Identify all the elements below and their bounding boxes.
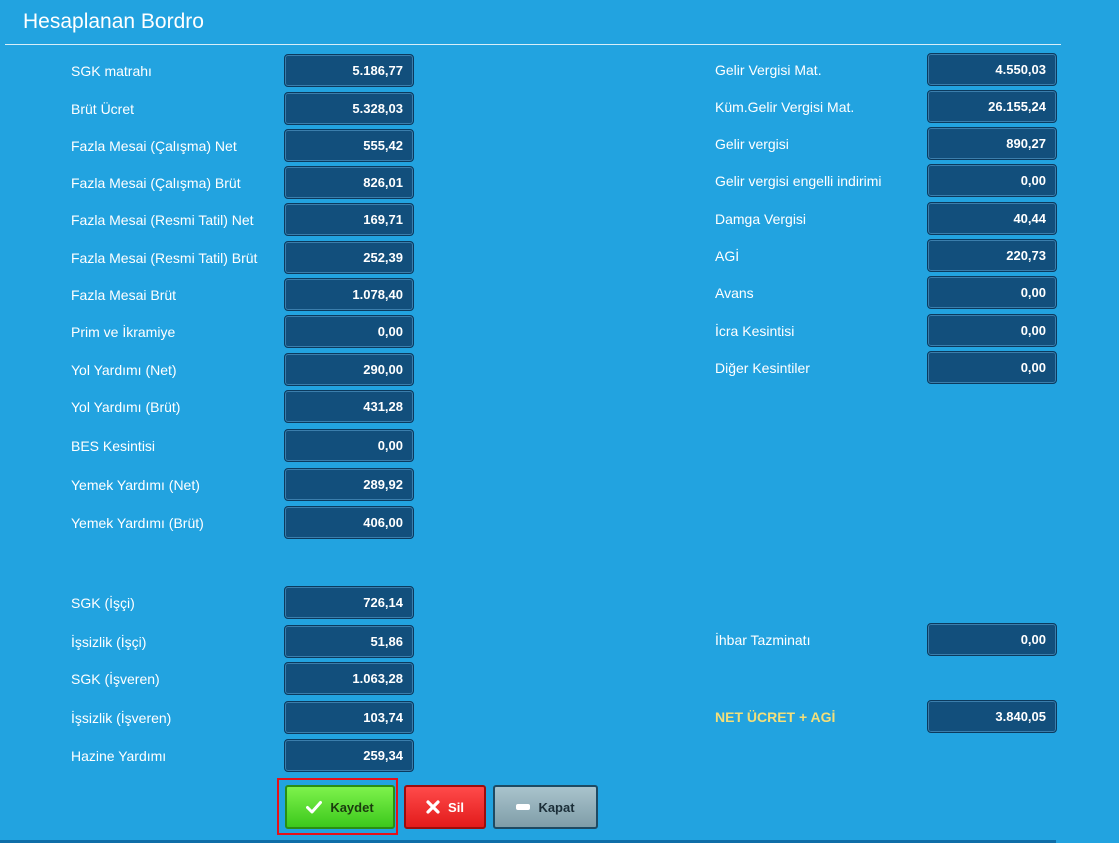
field-label: Fazla Mesai (Resmi Tatil) Brüt [71,250,258,266]
window-title: Hesaplanan Bordro [23,10,204,33]
field-label: Avans [715,285,754,301]
field-value[interactable]: 0,00 [927,351,1057,384]
field-value[interactable]: 406,00 [284,506,414,539]
field-label: İşsizlik (İşveren) [71,710,172,726]
field-label: İşsizlik (İşçi) [71,634,147,650]
field-label: SGK (İşveren) [71,671,160,687]
field-value[interactable]: 103,74 [284,701,414,734]
field-label: BES Kesintisi [71,438,156,454]
field-label: Damga Vergisi [715,211,807,227]
title-divider [5,44,1061,45]
field-value[interactable]: 0,00 [284,429,414,462]
field-label: Gelir Vergisi Mat. [715,62,822,78]
field-value[interactable]: 431,28 [284,390,414,423]
field-value[interactable]: 289,92 [284,468,414,501]
field-label: Yol Yardımı (Net) [71,362,177,378]
field-label: SGK (İşçi) [71,595,135,611]
field-label: Fazla Mesai (Çalışma) Brüt [71,175,241,191]
net-total-label: NET ÜCRET + AGİ [715,709,836,725]
save-button-label: Kaydet [330,799,374,815]
field-label: Prim ve İkramiye [71,324,176,340]
field-value[interactable]: 1.063,28 [284,662,414,695]
field-value[interactable]: 826,01 [284,166,414,199]
field-value[interactable]: 555,42 [284,129,414,162]
field-value[interactable]: 890,27 [927,127,1057,160]
field-value[interactable]: 51,86 [284,625,414,658]
field-value[interactable]: 4.550,03 [927,53,1057,86]
close-button[interactable]: Kapat [493,785,598,829]
field-value[interactable]: 0,00 [284,315,414,348]
field-label: Fazla Mesai Brüt [71,287,177,303]
field-value[interactable]: 290,00 [284,353,414,386]
field-label: Yemek Yardımı (Brüt) [71,515,204,531]
field-value[interactable]: 40,44 [927,202,1057,235]
close-button-label: Kapat [538,799,575,815]
field-label: Brüt Ücret [71,101,135,117]
field-label: İcra Kesintisi [715,323,795,339]
field-value[interactable]: 259,34 [284,739,414,772]
field-label: Fazla Mesai (Çalışma) Net [71,138,237,154]
save-button[interactable]: Kaydet [285,785,395,829]
x-icon [426,800,440,814]
field-value[interactable]: 726,14 [284,586,414,619]
field-label: Yol Yardımı (Brüt) [71,399,181,415]
field-label: SGK matrahı [71,63,152,79]
field-value[interactable]: 0,00 [927,623,1057,656]
check-icon [306,800,323,814]
field-label: Gelir vergisi [715,136,789,152]
field-label: AGİ [715,248,740,264]
field-label: Hazine Yardımı [71,748,167,764]
field-value[interactable]: 0,00 [927,314,1057,347]
field-label: İhbar Tazminatı [715,632,811,648]
field-value[interactable]: 220,73 [927,239,1057,272]
field-label: Fazla Mesai (Resmi Tatil) Net [71,212,254,228]
field-label: Diğer Kesintiler [715,360,810,376]
field-value[interactable]: 0,00 [927,164,1057,197]
net-total-value[interactable]: 3.840,05 [927,700,1057,733]
field-value[interactable]: 1.078,40 [284,278,414,311]
field-label: Küm.Gelir Vergisi Mat. [715,99,855,115]
field-value[interactable]: 26.155,24 [927,90,1057,123]
field-value[interactable]: 0,00 [927,276,1057,309]
field-value[interactable]: 169,71 [284,203,414,236]
field-value[interactable]: 5.328,03 [284,92,414,125]
minus-icon [516,804,531,810]
field-label: Yemek Yardımı (Net) [71,477,200,493]
field-value[interactable]: 252,39 [284,241,414,274]
field-value[interactable]: 5.186,77 [284,54,414,87]
delete-button-label: Sil [448,799,464,815]
delete-button[interactable]: Sil [404,785,486,829]
field-label: Gelir vergisi engelli indirimi [715,173,882,189]
